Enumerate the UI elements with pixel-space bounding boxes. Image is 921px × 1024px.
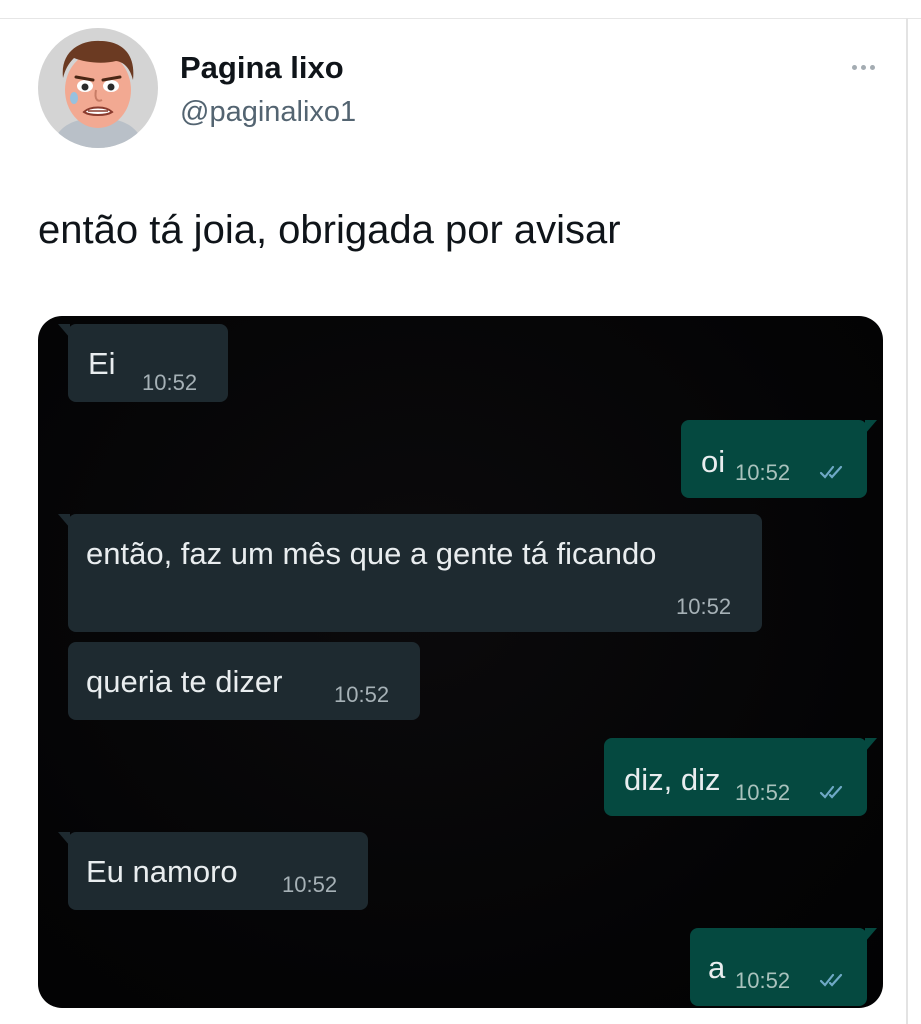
chat-message-incoming: Ei 10:52 bbox=[58, 324, 228, 402]
dot bbox=[860, 64, 866, 70]
message-time: 10:52 bbox=[735, 780, 791, 805]
chat-message-outgoing: a 10:52 bbox=[690, 928, 877, 1006]
message-time: 10:52 bbox=[676, 594, 732, 619]
chat-message-incoming: Eu namoro 10:52 bbox=[58, 832, 368, 910]
message-text: queria te dizer bbox=[86, 664, 283, 699]
bubble-tail bbox=[865, 928, 877, 942]
author-name[interactable]: Pagina lixo bbox=[180, 50, 344, 86]
message-text: diz, diz bbox=[624, 762, 721, 797]
message-text: Ei bbox=[88, 346, 116, 381]
dot bbox=[851, 64, 857, 70]
double-check-icon bbox=[819, 785, 843, 799]
double-check-icon bbox=[819, 465, 843, 479]
tweet-text: então tá joia, obrigada por avisar bbox=[38, 208, 621, 252]
right-divider bbox=[906, 18, 908, 1024]
message-time: 10:52 bbox=[282, 872, 338, 897]
bubble-tail bbox=[865, 738, 877, 752]
more-options-icon[interactable] bbox=[843, 58, 883, 76]
chat-message-outgoing: diz, diz 10:52 bbox=[604, 738, 877, 816]
message-text: então, faz um mês que a gente tá ficando bbox=[86, 536, 657, 571]
double-check-icon bbox=[819, 973, 843, 987]
message-text: oi bbox=[701, 444, 726, 479]
top-divider bbox=[0, 18, 921, 19]
bubble-tail bbox=[865, 420, 877, 434]
message-time: 10:52 bbox=[735, 968, 791, 993]
chat-message-outgoing: oi 10:52 bbox=[681, 420, 877, 498]
author-handle[interactable]: @paginalixo1 bbox=[180, 96, 356, 129]
bubble-tail bbox=[58, 324, 70, 338]
bubble-tail bbox=[58, 514, 70, 528]
chat-message-incoming: então, faz um mês que a gente tá ficando… bbox=[58, 514, 762, 632]
tweet-media-chat-screenshot[interactable]: Ei 10:52 oi 10:52 então, faz um mês que … bbox=[38, 316, 883, 1008]
dot bbox=[869, 64, 875, 70]
message-time: 10:52 bbox=[334, 682, 390, 707]
avatar-cartoon-face-icon bbox=[38, 28, 158, 148]
avatar[interactable] bbox=[38, 28, 158, 148]
message-text: a bbox=[708, 950, 726, 985]
message-time: 10:52 bbox=[735, 460, 791, 485]
message-text: Eu namoro bbox=[86, 854, 238, 889]
chat-message-incoming: queria te dizer 10:52 bbox=[68, 642, 420, 720]
message-time: 10:52 bbox=[142, 370, 198, 395]
bubble-tail bbox=[58, 832, 70, 846]
